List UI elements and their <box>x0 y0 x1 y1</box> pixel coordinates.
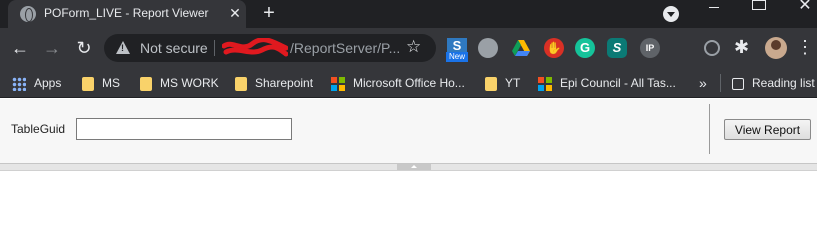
microsoft-logo-icon <box>331 76 345 91</box>
bookmark-epi-council[interactable]: Epi Council - All Tas... <box>538 74 676 92</box>
report-content-area <box>0 172 817 247</box>
address-bar[interactable]: Not secure /ReportServer/P... ☆ <box>104 34 436 62</box>
reading-list[interactable]: Reading list <box>732 74 815 92</box>
microsoft-logo-icon <box>538 76 552 91</box>
globe-icon <box>20 6 36 22</box>
tab-title: POForm_LIVE - Report Viewer <box>44 6 209 20</box>
reading-list-icon <box>732 77 744 90</box>
bookmark-label: MS <box>102 76 120 90</box>
report-parameters-panel: TableGuid View Report <box>0 99 817 164</box>
grammarly-icon[interactable]: G <box>575 38 595 58</box>
new-badge: New <box>446 52 468 62</box>
avatar[interactable] <box>765 37 787 59</box>
circle-extension-icon[interactable] <box>704 40 720 56</box>
puzzle-extensions-icon[interactable]: ✱ <box>734 37 754 57</box>
star-icon[interactable]: ☆ <box>406 37 421 57</box>
google-drive-icon[interactable] <box>511 38 531 58</box>
bookmarks-overflow-icon[interactable]: » <box>699 74 707 92</box>
tab-search-icon[interactable] <box>663 6 679 22</box>
bookmark-label: Apps <box>34 76 62 90</box>
security-status[interactable]: Not secure <box>140 40 208 56</box>
bookmark-yt[interactable]: YT <box>485 74 520 92</box>
folder-icon <box>140 76 152 91</box>
bookmark-label: YT <box>505 76 521 90</box>
folder-icon <box>235 76 247 91</box>
browser-tab[interactable]: POForm_LIVE - Report Viewer ✕ <box>8 0 246 28</box>
apps-grid-icon <box>12 76 26 91</box>
collapse-parameters-icon[interactable] <box>397 164 431 170</box>
bookmark-apps[interactable]: Apps <box>12 74 61 92</box>
bookmark-microsoft-office[interactable]: Microsoft Office Ho... <box>331 74 465 92</box>
parameters-divider <box>709 104 710 154</box>
back-arrow-icon[interactable]: ← <box>8 36 32 60</box>
minimize-icon[interactable] <box>705 0 725 20</box>
bookmark-ms[interactable]: MS <box>82 74 120 92</box>
kebab-menu-icon[interactable]: ⋮ <box>796 36 814 58</box>
bookmarks-bar: Apps MS MS WORK Sharepoint Microsoft Off… <box>0 68 817 98</box>
forward-arrow-icon[interactable]: → <box>40 36 64 60</box>
folder-icon <box>485 76 497 91</box>
reload-icon[interactable]: ↻ <box>72 36 96 60</box>
bookmark-ms-work[interactable]: MS WORK <box>140 74 219 92</box>
bookmark-label: Microsoft Office Ho... <box>353 76 465 90</box>
redaction-scribble <box>222 38 288 57</box>
folder-icon <box>82 76 94 91</box>
bookmark-label: MS WORK <box>160 76 219 90</box>
close-icon[interactable]: ✕ <box>226 4 244 22</box>
stop-hand-extension-icon[interactable]: ✋ <box>544 38 564 58</box>
tableguid-label: TableGuid <box>11 122 66 136</box>
tableguid-input[interactable] <box>76 118 292 140</box>
url-text[interactable]: /ReportServer/P... <box>290 40 400 56</box>
maximize-icon[interactable] <box>752 0 766 10</box>
warning-icon[interactable] <box>116 41 130 54</box>
plus-icon[interactable]: + <box>258 2 280 24</box>
s-extension-icon[interactable]: S <box>607 38 627 58</box>
parameters-splitter[interactable] <box>0 164 817 171</box>
reading-list-label: Reading list <box>752 76 815 90</box>
s-new-extension-icon[interactable]: S New <box>446 38 468 62</box>
bookmarks-divider <box>720 74 721 92</box>
bookmark-sharepoint[interactable]: Sharepoint <box>235 74 313 92</box>
ghost-extension-icon[interactable] <box>478 38 498 58</box>
window-close-icon[interactable]: ✕ <box>795 0 815 16</box>
omnibox-divider <box>214 40 215 56</box>
view-report-button[interactable]: View Report <box>724 119 811 140</box>
ip-extension-icon[interactable]: IP <box>640 38 660 58</box>
bookmark-label: Epi Council - All Tas... <box>560 76 676 90</box>
bookmark-label: Sharepoint <box>255 76 314 90</box>
tab-strip: POForm_LIVE - Report Viewer ✕ + ✕ <box>0 0 817 28</box>
